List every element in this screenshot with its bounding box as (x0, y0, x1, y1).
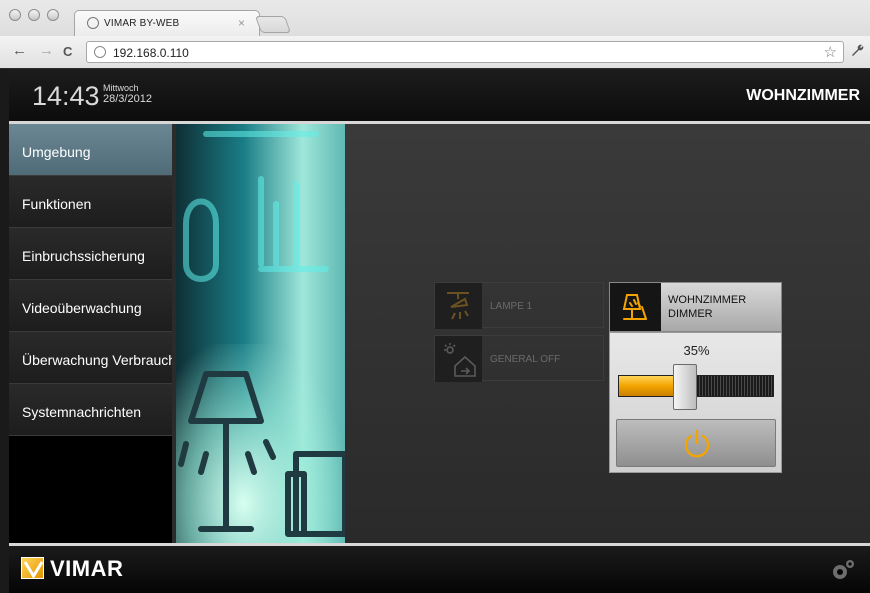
sidebar-item-ueberwachung-verbrauch[interactable]: Überwachung Verbrauch (9, 332, 172, 384)
brand-name: VIMAR (50, 556, 124, 581)
left-frame (0, 69, 9, 593)
dimmer-lamp-icon (610, 283, 661, 331)
browser-chrome: VIMAR BY-WEB × ← → C 192.168.0.110 ☆ (0, 0, 870, 68)
dimmer-panel: 35% (609, 332, 782, 473)
device-panel: LAMPE 1 GENERAL OFF WOHNZIMMER DIMMER 35… (345, 124, 870, 543)
tab-close-icon[interactable]: × (238, 16, 245, 30)
dimmer-slider-thumb[interactable] (673, 364, 697, 410)
address-bar[interactable]: 192.168.0.110 ☆ (86, 41, 844, 63)
back-icon[interactable]: ← (12, 42, 27, 59)
weekday: Mittwoch (103, 83, 139, 93)
app-header: 14:43 Mittwoch 28/3/2012 WOHNZIMMER (9, 69, 870, 121)
dimmer-label: WOHNZIMMER DIMMER (668, 293, 746, 321)
dimmer-level-text: 35% (683, 343, 710, 358)
date: 28/3/2012 (103, 93, 152, 105)
device-label-lamp: LAMPE 1 (490, 301, 533, 312)
device-tile-general-off[interactable]: GENERAL OFF (434, 335, 604, 382)
device-tile-lamp[interactable]: LAMPE 1 (434, 282, 604, 329)
vimar-logo-icon (21, 557, 44, 579)
tab-title: VIMAR BY-WEB (104, 18, 180, 29)
forward-icon[interactable]: → (39, 42, 54, 59)
power-button[interactable] (616, 419, 776, 467)
reload-icon[interactable]: C (63, 44, 72, 59)
sidebar-item-systemnachrichten[interactable]: Systemnachrichten (9, 384, 172, 436)
wrench-icon[interactable] (849, 42, 865, 62)
clock-date: Mittwoch 28/3/2012 (103, 83, 152, 105)
gears-icon[interactable] (830, 558, 856, 588)
ceiling-lamp-icon (435, 283, 482, 329)
sidebar-item-umgebung[interactable]: Umgebung (9, 124, 172, 176)
sidebar-item-funktionen[interactable]: Funktionen (9, 176, 172, 228)
dimmer-header[interactable]: WOHNZIMMER DIMMER (609, 282, 782, 332)
window-minimize-button[interactable] (28, 9, 40, 21)
clock-time: 14:43 (32, 81, 100, 111)
app-footer: VIMAR (9, 543, 870, 593)
new-tab-button[interactable] (254, 16, 292, 33)
bookmark-star-icon[interactable]: ☆ (824, 43, 837, 61)
dimmer-label-line1: WOHNZIMMER (668, 294, 747, 306)
window-zoom-button[interactable] (47, 9, 59, 21)
window-close-button[interactable] (9, 9, 21, 21)
dimmer-label-line2: DIMMER (668, 308, 713, 320)
page-info-icon[interactable] (94, 46, 106, 58)
dimmer-slider-fill (619, 376, 673, 396)
globe-icon (87, 17, 99, 29)
living-room-illustration (178, 131, 345, 537)
browser-tab[interactable]: VIMAR BY-WEB × (74, 10, 260, 36)
sidebar-item-einbruchssicherung[interactable]: Einbruchssicherung (9, 228, 172, 280)
browser-toolbar: ← → C 192.168.0.110 ☆ (0, 36, 870, 68)
url-text: 192.168.0.110 (113, 46, 189, 60)
house-off-icon (435, 336, 482, 382)
sidebar-item-videoueberwachung[interactable]: Videoüberwachung (9, 280, 172, 332)
device-label-general-off: GENERAL OFF (490, 354, 561, 365)
dimmer-slider[interactable] (618, 364, 774, 410)
room-title: WOHNZIMMER (746, 87, 860, 104)
sidebar: Umgebung Funktionen Einbruchssicherung V… (9, 124, 172, 543)
power-icon (684, 429, 710, 458)
room-picture (176, 124, 345, 543)
